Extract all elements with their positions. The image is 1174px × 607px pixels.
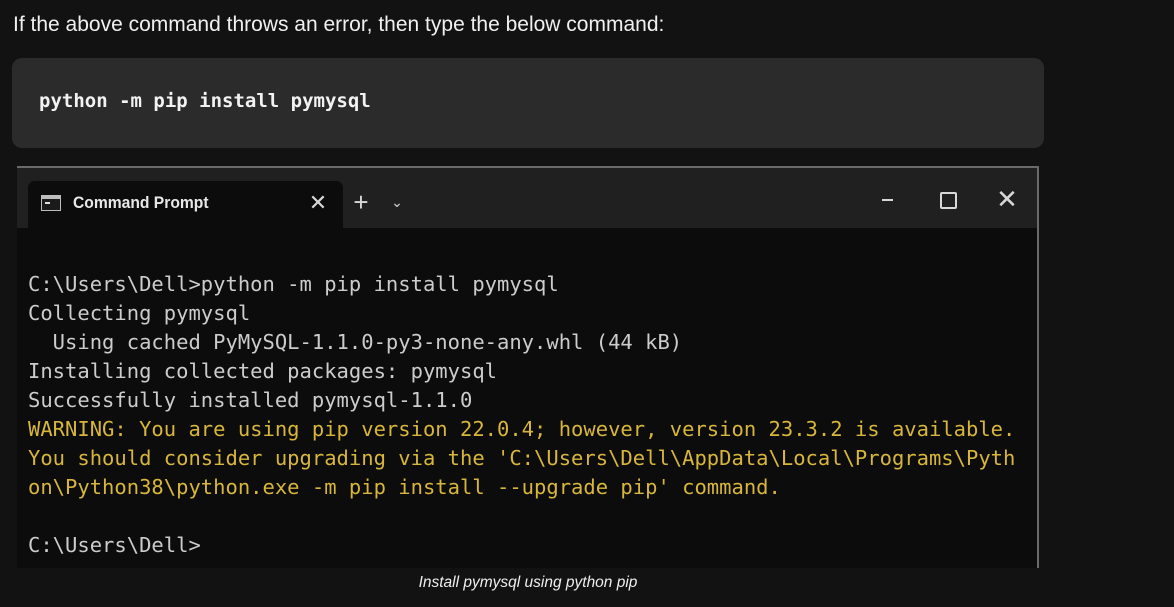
- terminal-line: Using cached PyMySQL-1.1.0-py3-none-any.…: [28, 330, 683, 354]
- terminal-line: Successfully installed pymysql-1.1.0: [28, 388, 473, 412]
- tab-command-prompt[interactable]: Command Prompt ✕: [28, 181, 343, 230]
- close-window-icon[interactable]: ✕: [989, 182, 1025, 218]
- intro-paragraph: If the above command throws an error, th…: [13, 13, 665, 36]
- tab-title: Command Prompt: [73, 193, 209, 212]
- window-titlebar: Command Prompt ✕ + ⌄ ✕: [17, 168, 1037, 230]
- terminal-line: C:\Users\Dell>: [28, 533, 201, 557]
- terminal-line: Installing collected packages: pymysql: [28, 359, 497, 383]
- image-caption: Install pymysql using python pip: [418, 574, 638, 591]
- chevron-down-icon[interactable]: ⌄: [387, 188, 407, 216]
- terminal-line: WARNING: You are using pip version 22.0.…: [28, 417, 1016, 441]
- cmd-terminal-icon: [41, 195, 61, 211]
- terminal-line: on\Python38\python.exe -m pip install --…: [28, 475, 781, 499]
- terminal-line: C:\Users\Dell>python -m pip install pymy…: [28, 272, 559, 296]
- terminal-line: You should consider upgrading via the 'C…: [28, 446, 1016, 470]
- pip-install-command[interactable]: python -m pip install pymysql: [39, 90, 371, 112]
- code-block: python -m pip install pymysql: [12, 58, 1044, 148]
- close-tab-icon[interactable]: ✕: [305, 190, 331, 216]
- new-tab-plus-icon[interactable]: +: [348, 188, 374, 216]
- minimize-icon[interactable]: [869, 182, 905, 218]
- command-prompt-screenshot: Command Prompt ✕ + ⌄ ✕ C:\Users\Dell>pyt…: [17, 166, 1039, 568]
- terminal-line: Collecting pymysql: [28, 301, 251, 325]
- maximize-icon[interactable]: [929, 182, 965, 218]
- article-page: If the above command throws an error, th…: [0, 0, 1174, 607]
- terminal-output[interactable]: C:\Users\Dell>python -m pip install pymy…: [28, 270, 1015, 560]
